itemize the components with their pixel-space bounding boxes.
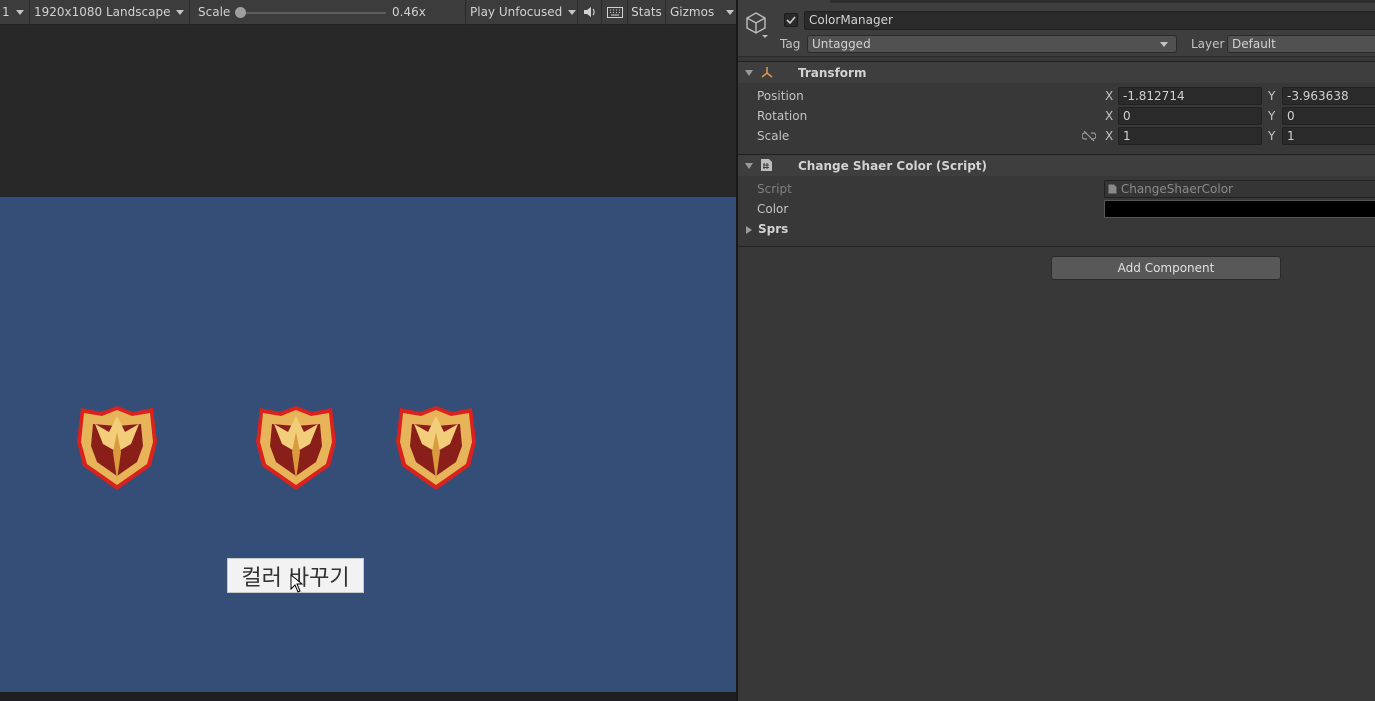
- position-y-field[interactable]: -3.963638: [1282, 87, 1375, 105]
- add-component-button[interactable]: Add Component: [1051, 256, 1281, 280]
- script-component-title: Change Shaer Color (Script): [798, 159, 987, 173]
- checkmark-icon: [786, 16, 796, 25]
- foldout-arrow-icon[interactable]: [745, 70, 753, 76]
- stats-button[interactable]: Stats: [628, 0, 666, 25]
- header-top-strip: [830, 0, 1375, 3]
- active-checkbox[interactable]: [784, 13, 798, 27]
- shield-icon: [396, 406, 476, 490]
- rotation-x-axis-label[interactable]: X: [1105, 109, 1113, 123]
- component-divider: [738, 246, 1375, 247]
- scale-y-field[interactable]: 1: [1282, 127, 1375, 145]
- shield-sprite: [75, 402, 159, 494]
- resolution-label: 1920x1080 Landscape: [34, 5, 171, 19]
- tag-label: Tag: [780, 37, 801, 51]
- object-name-field[interactable]: ColorManager: [804, 11, 1375, 30]
- position-x-field[interactable]: -1.812714: [1118, 87, 1262, 105]
- layer-label: Layer: [1191, 37, 1225, 51]
- scale-x-field[interactable]: 1: [1118, 127, 1262, 145]
- game-view-bottom-bar: [0, 692, 736, 701]
- color-swatch-field[interactable]: [1104, 200, 1375, 218]
- game-viewport[interactable]: [0, 197, 736, 692]
- position-label: Position: [757, 89, 804, 103]
- gameobject-cube-icon: [746, 12, 768, 38]
- shield-icon: [256, 406, 336, 490]
- gizmos-dropdown[interactable]: Gizmos: [666, 0, 736, 25]
- scale-label: Scale: [757, 129, 790, 143]
- display-dropdown[interactable]: 1: [0, 0, 30, 25]
- speaker-icon: [583, 7, 595, 17]
- chevron-down-icon: [726, 9, 735, 15]
- play-mode-label: Play Unfocused: [470, 5, 563, 19]
- play-mode-dropdown[interactable]: Play Unfocused: [466, 0, 578, 25]
- transform-icon: [761, 67, 773, 78]
- script-file-icon: [1108, 184, 1117, 194]
- constrain-proportions-icon[interactable]: [1082, 130, 1096, 142]
- script-label: Script: [757, 182, 792, 196]
- rotation-x-field[interactable]: 0: [1118, 107, 1262, 125]
- mute-audio-button[interactable]: [578, 0, 602, 25]
- layer-value: Default: [1232, 37, 1276, 51]
- tag-value: Untagged: [812, 37, 871, 51]
- shield-sprite: [394, 402, 478, 494]
- keyboard-shortcuts-button[interactable]: [602, 0, 628, 25]
- rotation-label: Rotation: [757, 109, 808, 123]
- color-label: Color: [757, 202, 789, 216]
- position-x-axis-label[interactable]: X: [1105, 89, 1113, 103]
- foldout-arrow-icon[interactable]: [746, 226, 752, 234]
- script-reference-field[interactable]: ChangeShaerColor: [1104, 180, 1375, 198]
- script-component-header[interactable]: Change Shaer Color (Script): [738, 154, 1375, 176]
- scale-label: Scale: [198, 5, 231, 19]
- script-file-icon: [761, 159, 772, 171]
- shield-sprite: [254, 402, 338, 494]
- inspector-panel: ColorManager Tag Untagged Layer Default …: [738, 0, 1375, 701]
- mouse-cursor-icon: [290, 574, 304, 593]
- scale-slider-handle[interactable]: [235, 7, 246, 18]
- rotation-y-axis-label[interactable]: Y: [1268, 109, 1275, 123]
- sprs-label[interactable]: Sprs: [758, 222, 788, 236]
- gizmos-label: Gizmos: [670, 5, 715, 19]
- chevron-down-icon: [1160, 42, 1168, 47]
- transform-header[interactable]: Transform: [738, 61, 1375, 83]
- chevron-down-icon: [568, 9, 577, 15]
- script-reference-value: ChangeShaerColor: [1120, 182, 1233, 196]
- game-toolbar: 1 1920x1080 Landscape Scale 0.46x Play U…: [0, 0, 736, 25]
- chevron-down-icon: [176, 9, 185, 15]
- layer-dropdown[interactable]: Default: [1227, 35, 1375, 53]
- display-number: 1: [2, 5, 10, 19]
- tag-dropdown[interactable]: Untagged: [807, 35, 1177, 53]
- foldout-arrow-icon[interactable]: [745, 163, 753, 169]
- chevron-down-icon: [15, 9, 24, 15]
- scale-y-axis-label[interactable]: Y: [1268, 129, 1275, 143]
- game-view: 1 1920x1080 Landscape Scale 0.46x Play U…: [0, 0, 736, 701]
- resolution-dropdown[interactable]: 1920x1080 Landscape: [30, 0, 190, 25]
- transform-title: Transform: [798, 66, 867, 80]
- position-y-axis-label[interactable]: Y: [1268, 89, 1275, 103]
- keyboard-icon: [606, 6, 623, 18]
- scale-slider-track[interactable]: [240, 12, 386, 14]
- scale-x-axis-label[interactable]: X: [1105, 129, 1113, 143]
- rotation-y-field[interactable]: 0: [1282, 107, 1375, 125]
- shield-icon: [77, 406, 157, 490]
- scale-value: 0.46x: [392, 0, 466, 25]
